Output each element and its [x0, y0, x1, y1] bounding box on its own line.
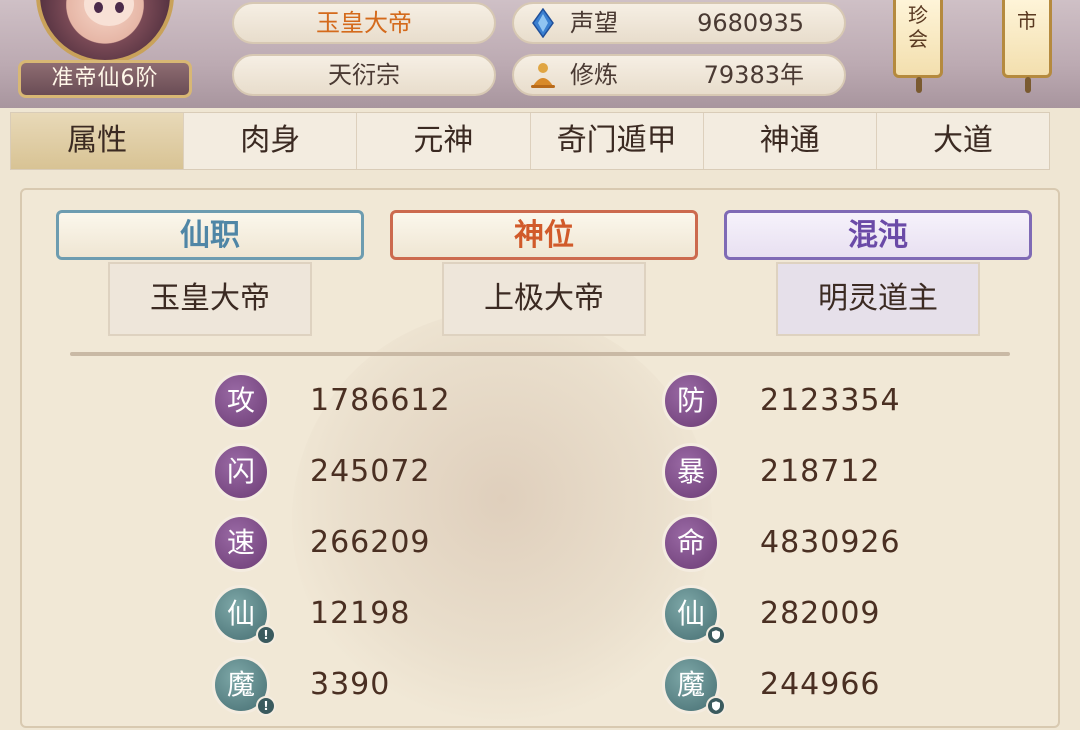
- immortal-defense-value: 282009: [760, 596, 881, 631]
- divine-rank-label: 神位: [390, 210, 698, 260]
- immortal-post-block: 仙职 玉皇大帝: [56, 210, 364, 340]
- demon-attack-value: 3390: [310, 667, 391, 702]
- shield-icon: [706, 696, 726, 716]
- tab-bar: 属性 肉身 元神 奇门遁甲 神通 大道: [10, 112, 1050, 170]
- stat-defense: 防 2123354: [662, 372, 1022, 436]
- player-sect[interactable]: 天衍宗: [232, 54, 496, 96]
- stat-crit: 暴 218712: [662, 443, 1022, 507]
- avatar-face: [84, 0, 134, 26]
- treasure-pavilion-button[interactable]: 珍 会: [893, 0, 943, 93]
- avatar-eye-right: [115, 2, 124, 13]
- immortal-post-value: 玉皇大帝: [108, 262, 312, 336]
- chaos-label: 混沌: [724, 210, 1032, 260]
- stat-health: 命 4830926: [662, 514, 1022, 578]
- dodge-badge: 闪: [212, 443, 270, 501]
- tab-soul[interactable]: 元神: [357, 113, 531, 169]
- player-rank-badge: 准帝仙6阶: [18, 60, 192, 98]
- market-label: 市: [1017, 9, 1037, 33]
- defense-value: 2123354: [760, 383, 901, 418]
- reputation-value: 9680935: [697, 9, 804, 37]
- player-name: 玉皇大帝: [232, 2, 496, 44]
- cultivation-field: 修炼 79383年: [512, 54, 846, 96]
- health-value: 4830926: [760, 525, 901, 560]
- defense-badge: 防: [662, 372, 720, 430]
- immortal-attack-value: 12198: [310, 596, 411, 631]
- immortal-post-label: 仙职: [56, 210, 364, 260]
- section-divider: [70, 352, 1010, 356]
- tab-body[interactable]: 肉身: [184, 113, 358, 169]
- top-status-bar: 准帝仙6阶 玉皇大帝 天衍宗 声望 9680935 修炼 79383年 珍 会 …: [0, 0, 1080, 108]
- shield-icon: [706, 625, 726, 645]
- stat-attack: 攻 1786612: [212, 372, 572, 436]
- attributes-panel: 仙职 玉皇大帝 神位 上极大帝 混沌 明灵道主 攻 1786612 闪 2450…: [20, 188, 1060, 730]
- speed-value: 266209: [310, 525, 431, 560]
- stat-speed: 速 266209: [212, 514, 572, 578]
- stat-immortal-attack: 仙 ! 12198: [212, 585, 572, 649]
- stat-demon-defense: 魔 244966: [662, 656, 1022, 720]
- divine-rank-block: 神位 上极大帝: [390, 210, 698, 340]
- tab-qimen-dunjia[interactable]: 奇门遁甲: [531, 113, 704, 169]
- crit-value: 218712: [760, 454, 881, 489]
- meditation-icon: [531, 63, 555, 88]
- crit-badge: 暴: [662, 443, 720, 501]
- treasure-pavilion-char-1: 珍: [908, 3, 928, 27]
- reputation-label: 声望: [570, 9, 618, 37]
- stat-immortal-defense: 仙 282009: [662, 585, 1022, 649]
- treasure-pavilion-char-2: 会: [908, 27, 928, 51]
- tab-attributes[interactable]: 属性: [11, 113, 185, 169]
- stat-demon-attack: 魔 ! 3390: [212, 656, 572, 720]
- health-badge: 命: [662, 514, 720, 572]
- dodge-value: 245072: [310, 454, 431, 489]
- player-avatar[interactable]: [30, 0, 180, 68]
- stat-dodge: 闪 245072: [212, 443, 572, 507]
- crystal-icon: [532, 8, 554, 38]
- cultivation-value: 79383年: [703, 61, 804, 89]
- avatar-eye-left: [94, 2, 103, 13]
- reputation-field: 声望 9680935: [512, 2, 846, 44]
- tab-divine-powers[interactable]: 神通: [704, 113, 877, 169]
- exclamation-icon: !: [256, 625, 276, 645]
- chaos-value: 明灵道主: [776, 262, 980, 336]
- divine-rank-value: 上极大帝: [442, 262, 646, 336]
- attack-badge: 攻: [212, 372, 270, 430]
- chaos-block: 混沌 明灵道主: [724, 210, 1032, 340]
- market-button[interactable]: 市: [1002, 0, 1052, 93]
- speed-badge: 速: [212, 514, 270, 572]
- avatar-portrait: [36, 0, 174, 64]
- exclamation-icon: !: [256, 696, 276, 716]
- attack-value: 1786612: [310, 383, 451, 418]
- demon-defense-value: 244966: [760, 667, 881, 702]
- tab-great-dao[interactable]: 大道: [877, 113, 1049, 169]
- cultivation-label: 修炼: [570, 61, 618, 89]
